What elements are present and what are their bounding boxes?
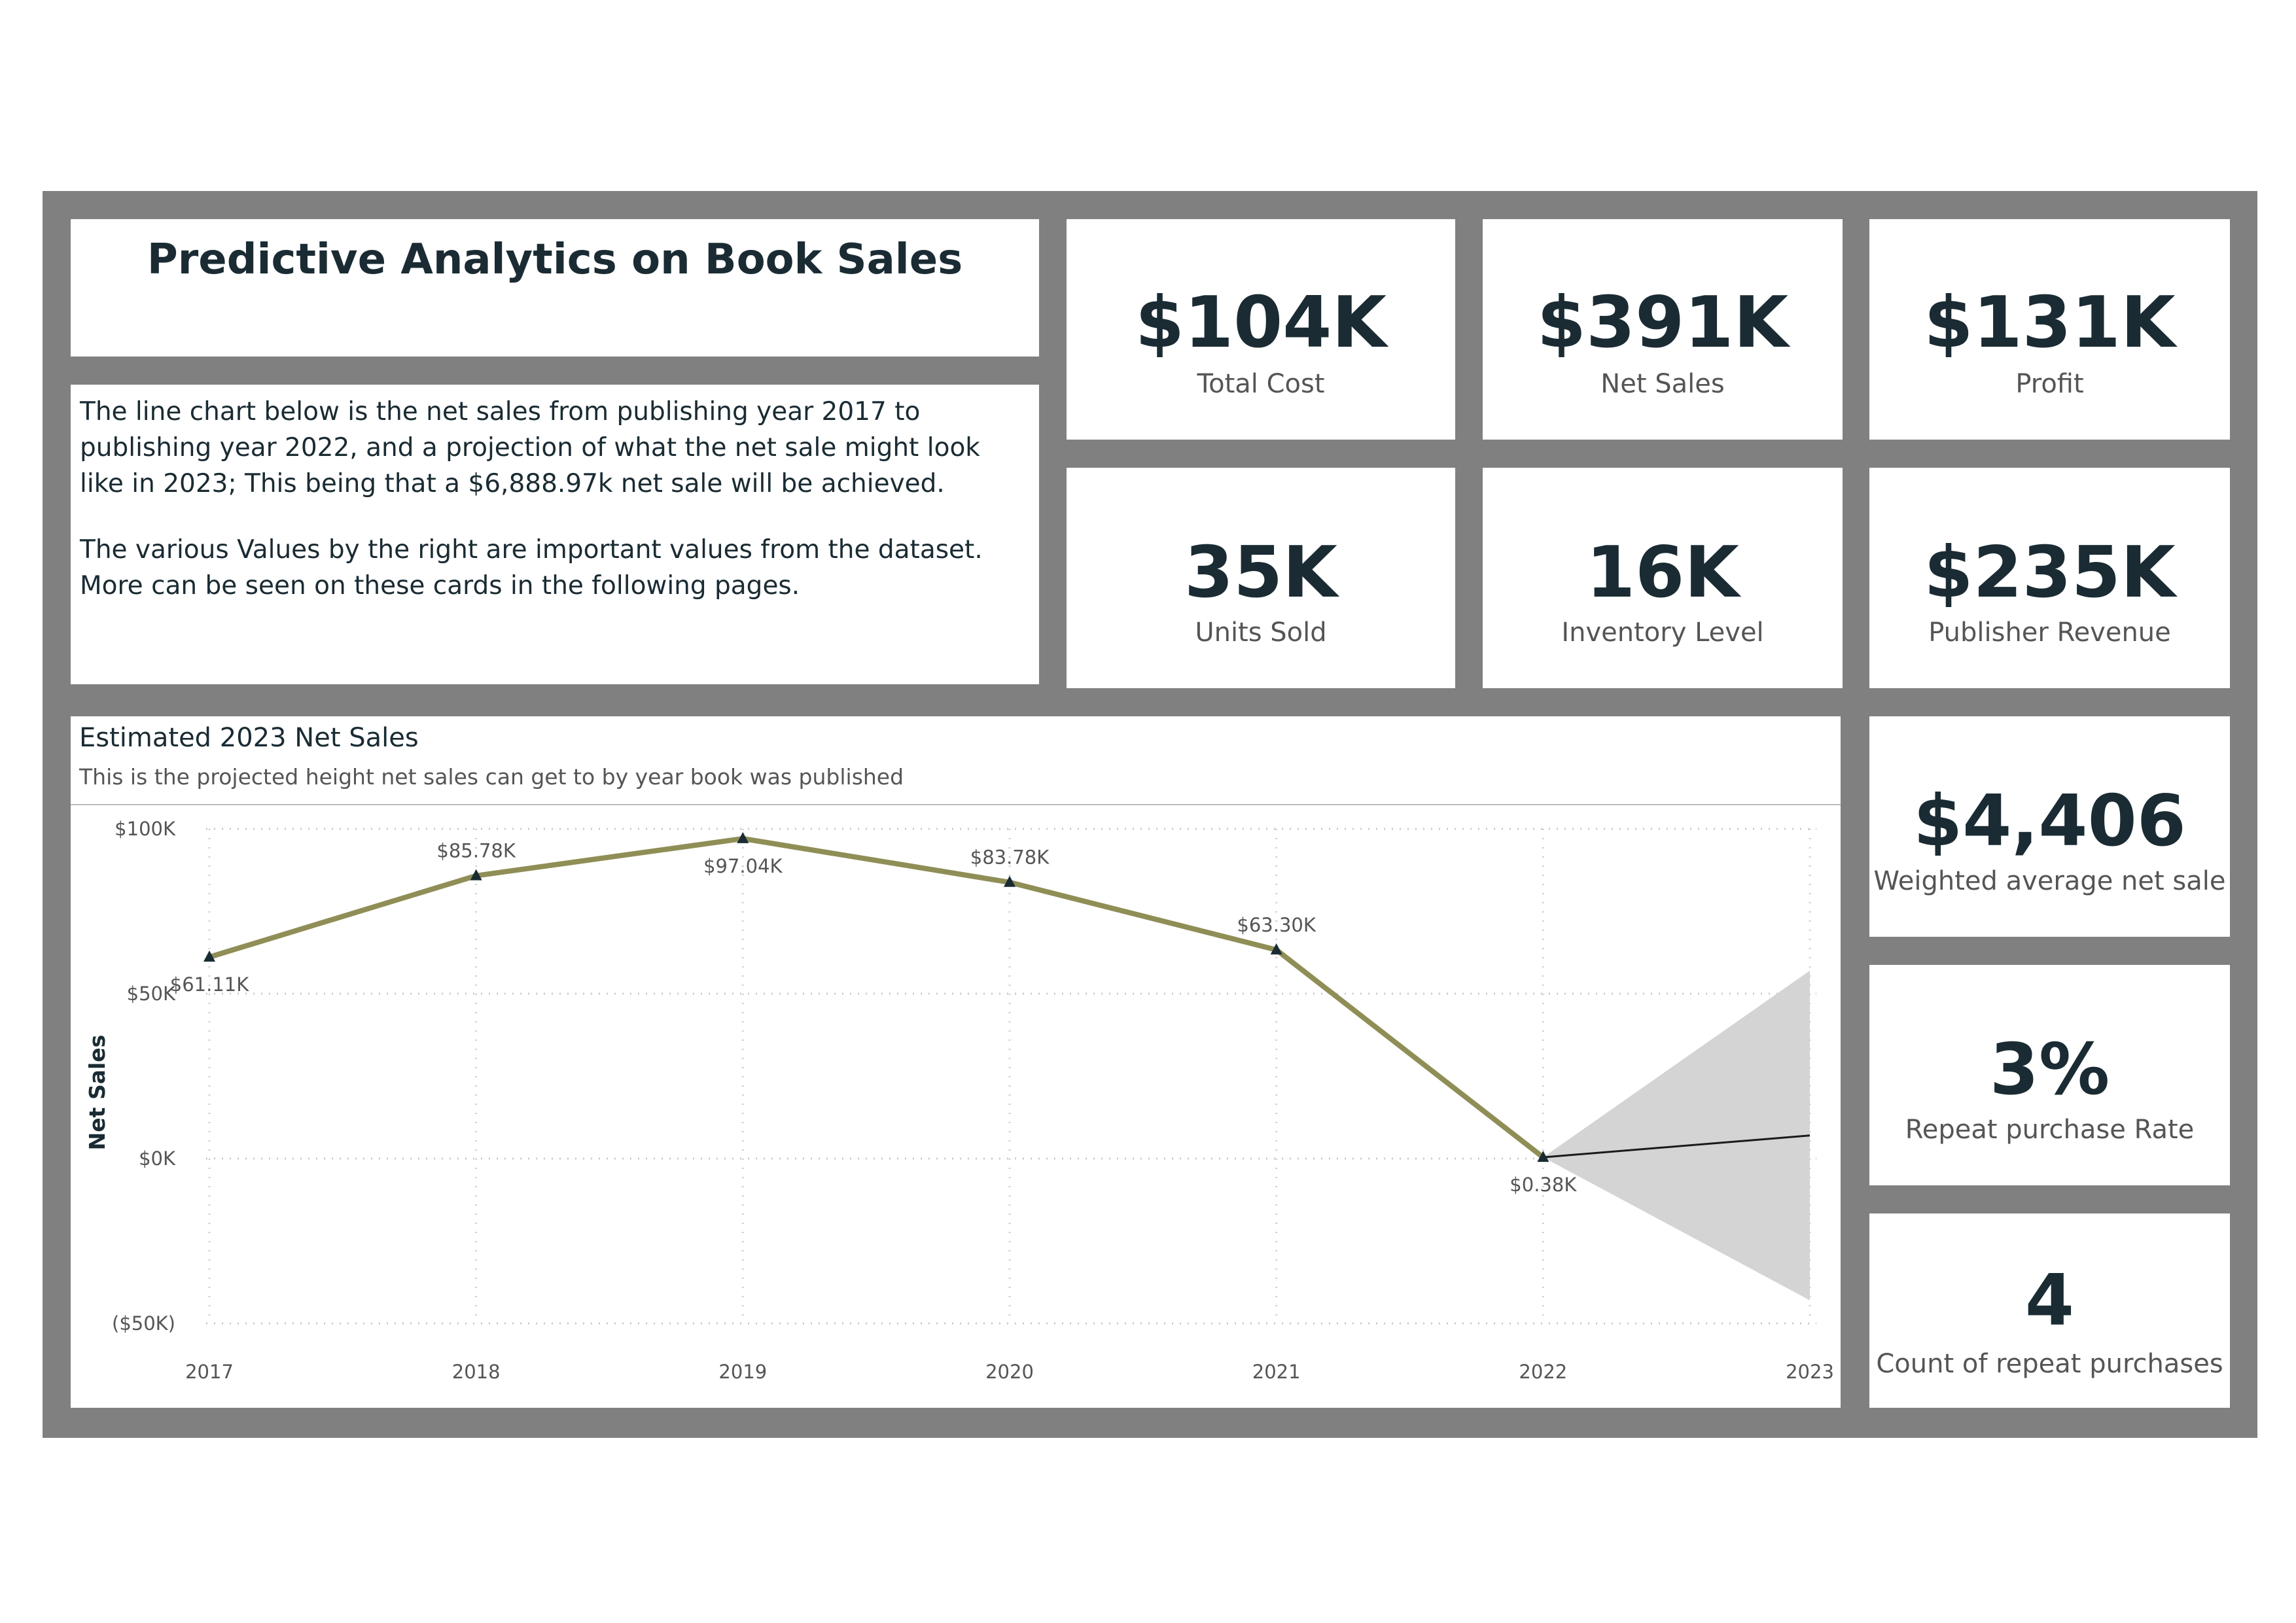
repeat-purchase-rate-value: 3% [1989,1029,2110,1111]
x-tick-label: 2021 [1252,1361,1301,1383]
total-cost-card[interactable]: $104K Total Cost [1067,219,1455,440]
title-panel: Predictive Analytics on Book Sales [71,219,1039,357]
repeat-purchases-count-label: Count of repeat purchases [1876,1349,2223,1379]
description-paragraph-1: The line chart below is the net sales fr… [80,397,980,498]
weighted-average-net-sale-card[interactable]: $4,406 Weighted average net sale [1869,716,2230,937]
repeat-purchases-count-card[interactable]: 4 Count of repeat purchases [1869,1213,2230,1408]
data-label: $0.38K [1510,1174,1577,1196]
publisher-revenue-card[interactable]: $235K Publisher Revenue [1869,468,2230,688]
x-tick-label: 2023 [1786,1361,1834,1383]
units-sold-card[interactable]: 35K Units Sold [1067,468,1455,688]
net-sales-line-chart[interactable]: ($50K) $0K $50K $100K 2017 2018 2019 2020 2021 20… [71,716,1841,1408]
x-tick-label: 2020 [985,1361,1034,1383]
weighted-average-net-sale-value: $4,406 [1913,780,2186,862]
repeat-purchase-rate-label: Repeat purchase Rate [1905,1115,2195,1145]
inventory-level-label: Inventory Level [1561,618,1764,648]
x-tick-label: 2019 [718,1361,767,1383]
profit-value: $131K [1924,282,2176,364]
x-tick-label: 2018 [452,1361,501,1383]
y-axis-label: Net Sales [84,1035,110,1151]
page-title: Predictive Analytics on Book Sales [147,236,963,284]
x-tick-label: 2022 [1519,1361,1567,1383]
net-sales-chart-panel: Estimated 2023 Net Sales This is the pro… [71,716,1841,1408]
data-label: $97.04K [703,855,783,877]
data-label: $85.78K [436,840,516,862]
profit-card[interactable]: $131K Profit [1869,219,2230,440]
description-paragraph-2: The various Values by the right are impo… [80,535,983,601]
dashboard-frame: Predictive Analytics on Book Sales The l… [43,191,2257,1438]
units-sold-label: Units Sold [1195,618,1327,648]
net-sales-line [208,835,1545,1160]
y-tick-label: ($50K) [112,1312,175,1335]
total-cost-label: Total Cost [1197,369,1325,399]
net-sales-label: Net Sales [1600,369,1725,399]
net-sales-card[interactable]: $391K Net Sales [1483,219,1843,440]
data-label: $61.11K [170,973,249,996]
data-label: $63.30K [1237,914,1316,936]
forecast-confidence-band [1543,970,1810,1300]
x-tick-label: 2017 [185,1361,234,1383]
inventory-level-card[interactable]: 16K Inventory Level [1483,468,1843,688]
weighted-average-net-sale-label: Weighted average net sale [1873,866,2226,896]
publisher-revenue-value: $235K [1924,532,2176,614]
y-tick-label: $0K [139,1147,176,1170]
y-tick-label: $50K [127,983,176,1005]
description-panel: The line chart below is the net sales fr… [71,385,1039,684]
profit-label: Profit [2015,369,2084,399]
total-cost-value: $104K [1135,282,1387,364]
inventory-level-value: 16K [1586,532,1739,614]
repeat-purchase-rate-card[interactable]: 3% Repeat purchase Rate [1869,965,2230,1185]
repeat-purchases-count-value: 4 [2024,1260,2075,1342]
data-label: $83.78K [970,846,1050,869]
net-sales-value: $391K [1536,282,1789,364]
y-tick-label: $100K [115,818,176,840]
publisher-revenue-label: Publisher Revenue [1928,618,2171,648]
units-sold-value: 35K [1184,532,1337,614]
